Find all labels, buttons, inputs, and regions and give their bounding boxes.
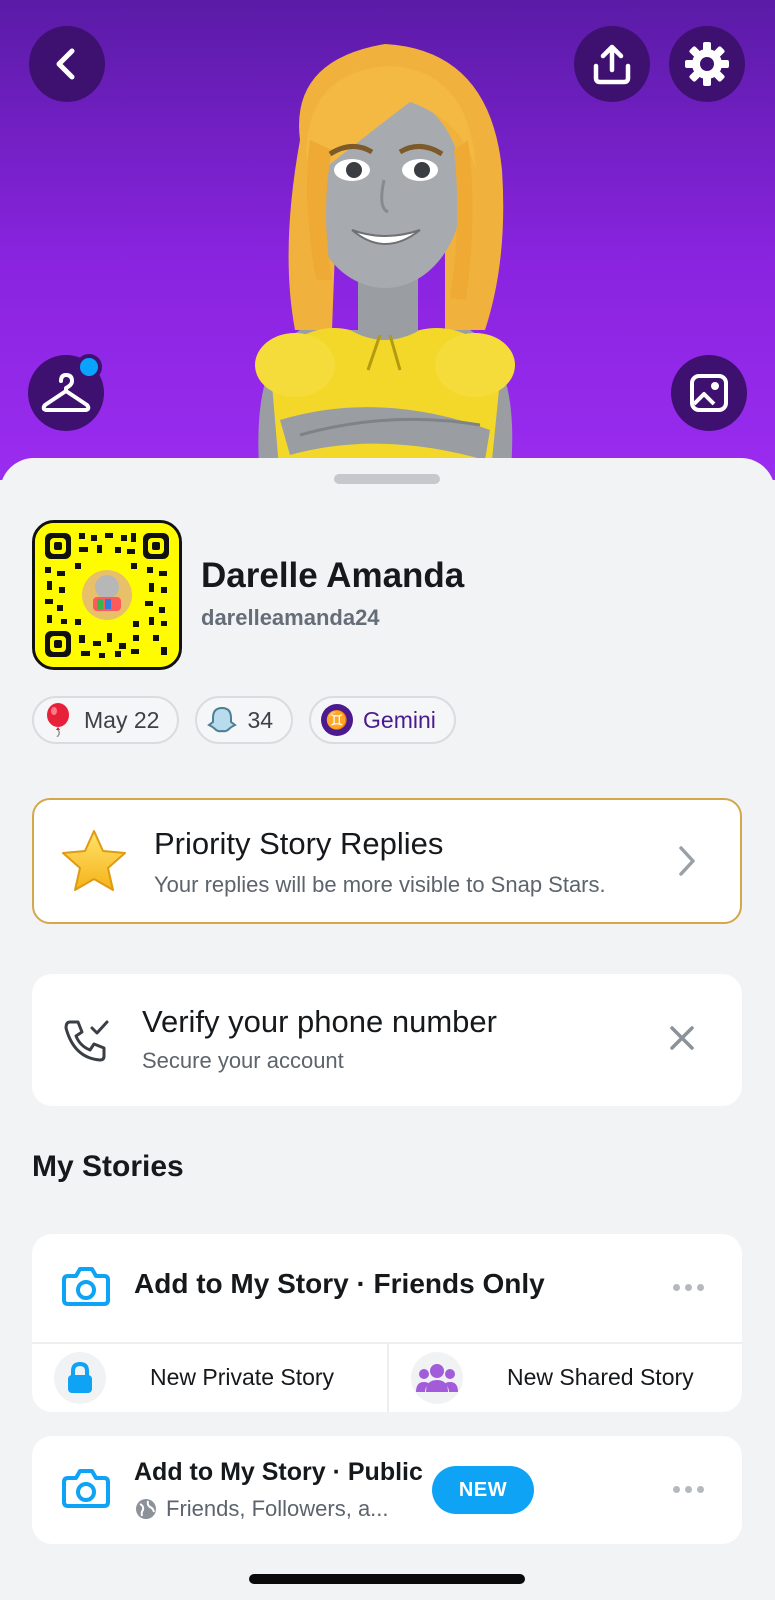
lock-icon xyxy=(54,1352,106,1404)
audience-text: Friends, Followers, a... xyxy=(166,1496,389,1521)
friends-only-label: Add to My Story · Friends Only xyxy=(134,1268,545,1299)
camera-icon xyxy=(62,1469,110,1508)
display-name: Darelle Amanda xyxy=(201,556,465,595)
notification-dot xyxy=(76,354,102,380)
globe-icon xyxy=(136,1499,156,1519)
share-button[interactable] xyxy=(574,26,650,102)
zodiac-chip[interactable]: ♊ Gemini xyxy=(309,696,456,744)
priority-title: Priority Story Replies xyxy=(154,826,444,861)
sheet-grabber[interactable] xyxy=(334,474,440,484)
zodiac-text: Gemini xyxy=(363,706,436,733)
back-button[interactable] xyxy=(29,26,105,102)
settings-button[interactable] xyxy=(669,26,745,102)
star-icon xyxy=(62,830,126,891)
gemini-icon: ♊ xyxy=(321,704,354,736)
more-options-icon[interactable] xyxy=(673,1284,704,1291)
ghost-icon xyxy=(207,706,238,733)
share-icon xyxy=(593,44,631,85)
back-icon xyxy=(56,48,75,80)
new-shared-story-button[interactable]: New Shared Story xyxy=(389,1344,742,1412)
snapcode[interactable] xyxy=(32,520,182,670)
balloon-icon xyxy=(47,703,69,737)
profile-sheet: Darelle Amanda darelleamanda24 May 22 34… xyxy=(0,458,775,1600)
verify-subtitle: Secure your account xyxy=(142,1048,344,1073)
snapscore-chip[interactable]: 34 xyxy=(195,696,294,744)
birthday-chip[interactable]: May 22 xyxy=(32,696,180,744)
profile-header xyxy=(0,0,775,480)
group-icon xyxy=(411,1352,463,1404)
photo-icon xyxy=(690,374,728,412)
new-badge: NEW xyxy=(432,1466,534,1514)
my-stories-card: Add to My Story · Friends Only New Priva… xyxy=(32,1234,742,1412)
new-private-story-button[interactable]: New Private Story xyxy=(32,1344,387,1412)
camera-icon xyxy=(62,1267,110,1306)
public-story-title: Add to My Story · Public xyxy=(134,1458,423,1486)
chevron-right-icon xyxy=(679,846,695,876)
birthday-text: May 22 xyxy=(84,706,160,733)
gear-icon xyxy=(685,42,729,86)
add-to-story-public-card[interactable]: Add to My Story · Public Friends, Follow… xyxy=(32,1436,742,1544)
my-stories-heading: My Stories xyxy=(32,1150,184,1183)
priority-subtitle: Your replies will be more visible to Sna… xyxy=(154,872,606,897)
phone-check-icon xyxy=(64,1020,109,1062)
username[interactable]: darelleamanda24 xyxy=(201,605,380,631)
new-shared-story-label: New Shared Story xyxy=(507,1364,694,1390)
verify-title: Verify your phone number xyxy=(142,1004,497,1039)
priority-story-replies-card[interactable]: Priority Story Replies Your replies will… xyxy=(32,798,742,924)
verify-phone-card[interactable]: Verify your phone number Secure your acc… xyxy=(32,974,742,1106)
close-icon[interactable] xyxy=(668,1024,696,1052)
snapscore-text: 34 xyxy=(247,706,274,733)
photo-button[interactable] xyxy=(671,355,747,431)
home-indicator xyxy=(249,1574,525,1584)
profile-chips: May 22 34 ♊ Gemini xyxy=(32,696,456,744)
public-story-subtitle: Friends, Followers, a... xyxy=(134,1496,389,1522)
add-to-story-friends-row[interactable]: Add to My Story · Friends Only xyxy=(32,1234,742,1342)
new-private-story-label: New Private Story xyxy=(150,1364,335,1390)
more-options-icon[interactable] xyxy=(673,1486,704,1493)
bitmoji-avatar[interactable] xyxy=(240,30,530,480)
